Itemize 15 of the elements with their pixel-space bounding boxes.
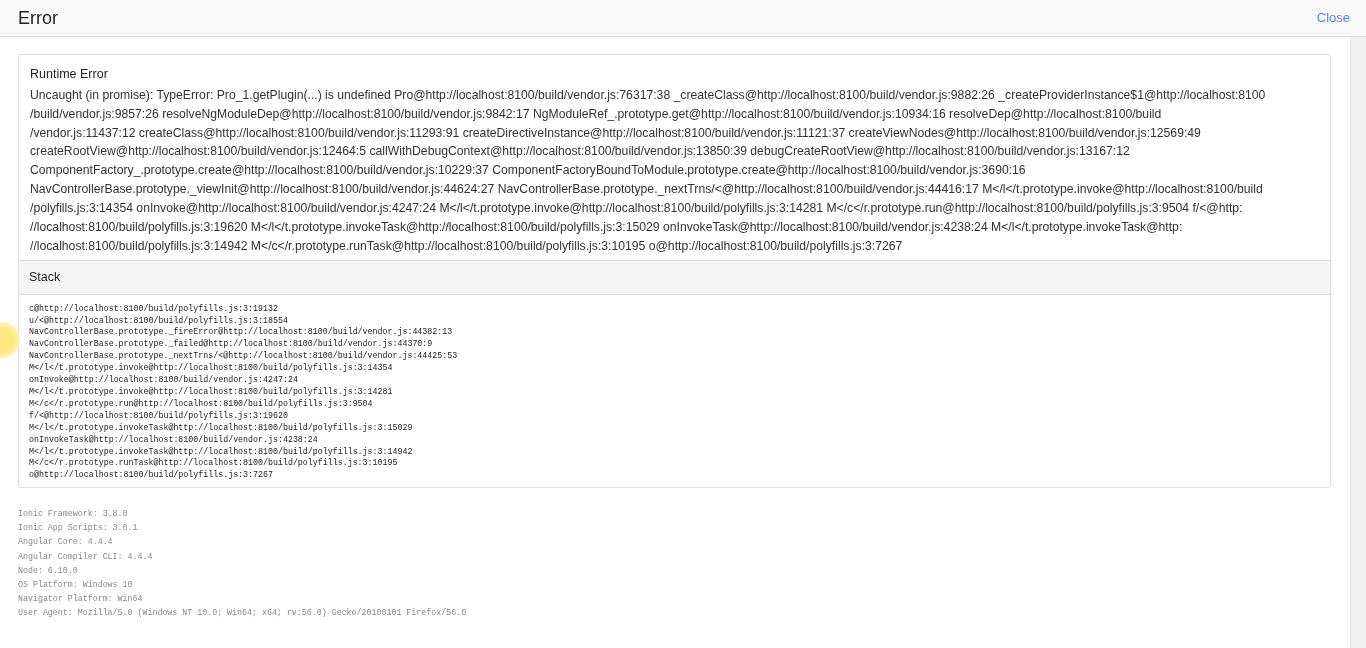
environment-line: Ionic Framework: 3.8.0 [18,508,129,521]
environment-line: OS Platform: Windows 10 [18,578,134,591]
environment-line: User Agent: Mozilla/5.0 (Windows NT 10.0; Win64; x64; rv:56.0) Gecko/20100101 Firefox/56.0 [18,606,468,619]
environment-line: Node: 6.10.0 [18,564,79,577]
stack-header: Stack [19,259,1330,295]
page-title: Error [18,6,58,30]
environment-line: Navigator Platform: Win64 [18,592,144,605]
stack-trace: c@http://localhost:8100/build/polyfills.js:3:19132 u/<@http://localhost:8100/build/polyfills.js:3:18554 NavControllerBase.prototype._fireError@http://localhost:8100/build/vendor.js:44382:13 NavControllerBase.prototype._failed@http://localhost:8100/build/vendor.js:44370:9 NavControllerBase.prototype._nextTrns/<@http://localhost:8100/build/vendor.js:44425:53 M</l</t.prototype.invoke@http://localhost:8100/build/polyfills.js:3:14354 onInvoke@http://localhost:8100/build/vendor.js:4247:24 M</l</t.prototype.invoke@http://localhost:8100/build/polyfills.js:3:14281 M</c</r.prototype.run@http://localhost:8100/build/polyfills.js:3:9504 f/<@http://localhost:8100/build/polyfills.js:3:19620 M</l</t.prototype.invokeTask@http://localhost:8100/build/polyfills.js:3:15029 onInvokeTask@http://localhost:8100/build/vendor.js:4238:24 M</l</t.prototype.invokeTask@http://localhost:8100/build/polyfills.js:3:14942 M</c</r.prototype.runTask@http://localhost:8100/build/polyfills.js:3:10195 o@http://localhost:8100/build/polyfills.js:3:7267 [28,302,459,482]
environment-line: Angular Core: 4.4.4 [18,536,114,549]
scrollbar[interactable] [1350,37,1366,648]
close-button[interactable]: Close [1316,8,1350,28]
error-message: Uncaught (in promise): TypeError: Pro_1.getPlugin(...) is undefined Pro@http://localhost:8100/build/vendor.js:76317:38 _createClass@http://localhost:8100/build/vendor.js:9882:26 _createProviderInstance$1@http://localhost:8100 /build/vendor.js:9857:26 resolveNgModuleDep@http://localhost:8100/build/vendor.js:9842:17 NgModuleRef_.prototype.get@http://localhost:8100/build/vendor.js:10934:16 resolveDep@http://localhost:8100/build /vendor.js:11437:12 createClass@http://localhost:8100/build/vendor.js:11293:91 createDirectiveInstance@http://localhost:8100/build/vendor.js:11121:37 createViewNodes@http://localhost:8100/build/vendor.js:12569:49 createRootView@http://localhost:8100/build/vendor.js:12464:5 callWithDebugContext@http://localhost:8100/build/vendor.js:13850:39 debugCreateRootView@http://localhost:8100/build/vendor.js:13167:12 ComponentFactory_.prototype.create@http://localhost:8100/build/vendor.js:10229:37 ComponentFactoryBoundToModule.prototype.create@http://localhost:8100/build/vendor.js:3690:16 NavControllerBase.prototype._viewInit@http://localhost:8100/build/vendor.js:44624:27 NavControllerBase.prototype._nextTrns/<@http://localhost:8100/build/vendor.js:44416:17 M</l</t.prototype.invoke@http://localhost:8100/build /polyfills.js:3:14354 onInvoke@http://localhost:8100/build/vendor.js:4247:24 M</l</t.prototype.invoke@http://localhost:8100/build/polyfills.js:3:14281 M</c</r.prototype.run@http://localhost:8100/build/polyfills.js:3:9504 f/<@http: //localhost:8100/build/polyfills.js:3:19620 M</l</t.prototype.invokeTask@http://localhost:8100/build/polyfills.js:3:15029 onInvokeTask@http://localhost:8100/build/vendor.js:4238:24 M</l</t.prototype.invokeTask@http: //localhost:8100/build/polyfills.js:3:14942 M</c</r.prototype.runTask@http://localhost:8100/build/polyfills.js:3:10195 o@http://localhost:8100/build/polyfills.js:3:7267 [29,86,1267,255]
environment-line: Angular Compiler CLI: 4.4.4 [18,550,154,563]
environment-line: Ionic App Scripts: 3.0.1 [18,522,139,535]
error-title: Runtime Error [29,66,109,83]
